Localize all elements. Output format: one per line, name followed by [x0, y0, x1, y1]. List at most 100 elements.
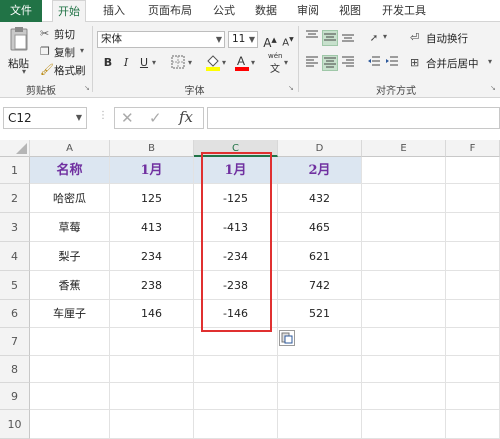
- empty-cell[interactable]: [194, 383, 278, 410]
- empty-cell[interactable]: [446, 410, 500, 439]
- cancel-icon[interactable]: ✕: [121, 109, 134, 127]
- empty-cell[interactable]: [278, 410, 362, 439]
- empty-cell[interactable]: [110, 328, 194, 356]
- table-header-cell[interactable]: 名称: [30, 157, 110, 184]
- paste-options-button[interactable]: [279, 330, 295, 346]
- empty-cell[interactable]: [30, 383, 110, 410]
- worksheet-grid[interactable]: A B C D E F 1 2 3 4 5 6 7 8 9 10 名称 1月 1…: [0, 140, 500, 439]
- tab-review[interactable]: 审阅: [292, 0, 324, 22]
- phonetic-dropdown-icon[interactable]: ▾: [284, 58, 288, 67]
- decrease-indent-button[interactable]: [366, 55, 382, 71]
- increase-indent-button[interactable]: [384, 55, 400, 71]
- underline-dropdown-icon[interactable]: ▾: [152, 58, 156, 67]
- empty-cell[interactable]: [446, 356, 500, 383]
- border-dropdown-icon[interactable]: ▾: [188, 58, 192, 67]
- bold-button[interactable]: B: [100, 55, 116, 71]
- select-all-corner[interactable]: [0, 140, 30, 157]
- tab-file[interactable]: 文件: [0, 0, 42, 22]
- empty-cell[interactable]: [446, 157, 500, 184]
- empty-cell[interactable]: [446, 300, 500, 328]
- align-right-button[interactable]: [340, 55, 356, 71]
- empty-cell[interactable]: [278, 383, 362, 410]
- align-center-button[interactable]: [322, 55, 338, 71]
- col-header-d[interactable]: D: [278, 140, 362, 157]
- tab-view[interactable]: 视图: [334, 0, 366, 22]
- col-header-e[interactable]: E: [362, 140, 446, 157]
- font-name-combo[interactable]: 宋体 ▼: [97, 31, 225, 48]
- table-cell[interactable]: 234: [110, 242, 194, 271]
- table-cell[interactable]: 草莓: [30, 213, 110, 242]
- row-header[interactable]: 4: [0, 242, 30, 271]
- row-header[interactable]: 1: [0, 157, 30, 184]
- tab-home[interactable]: 开始: [52, 0, 86, 23]
- empty-cell[interactable]: [446, 383, 500, 410]
- tab-developer[interactable]: 开发工具: [376, 0, 432, 22]
- empty-cell[interactable]: [446, 184, 500, 213]
- empty-cell[interactable]: [194, 356, 278, 383]
- orientation-dropdown-icon[interactable]: ▾: [383, 32, 387, 41]
- empty-cell[interactable]: [362, 410, 446, 439]
- table-cell[interactable]: 465: [278, 213, 362, 242]
- orientation-button[interactable]: ➚: [366, 30, 382, 46]
- col-header-b[interactable]: B: [110, 140, 194, 157]
- table-cell[interactable]: 香蕉: [30, 271, 110, 300]
- italic-button[interactable]: I: [118, 55, 134, 71]
- enter-check-icon[interactable]: ✓: [149, 109, 162, 127]
- formula-input[interactable]: [207, 107, 500, 129]
- insert-function-button[interactable]: fx: [179, 108, 193, 126]
- table-cell[interactable]: 梨子: [30, 242, 110, 271]
- col-header-f[interactable]: F: [446, 140, 500, 157]
- row-header[interactable]: 3: [0, 213, 30, 242]
- empty-cell[interactable]: [362, 157, 446, 184]
- empty-cell[interactable]: [194, 328, 278, 356]
- empty-cell[interactable]: [446, 213, 500, 242]
- empty-cell[interactable]: [362, 213, 446, 242]
- table-header-cell[interactable]: 2月: [278, 157, 362, 184]
- row-header[interactable]: 2: [0, 184, 30, 213]
- paste-dropdown-icon[interactable]: ▾: [22, 67, 26, 76]
- grow-font-button[interactable]: A▲: [262, 32, 278, 50]
- empty-cell[interactable]: [30, 356, 110, 383]
- table-header-cell[interactable]: 1月: [110, 157, 194, 184]
- empty-cell[interactable]: [362, 184, 446, 213]
- font-color-button[interactable]: A: [234, 53, 250, 71]
- tab-insert[interactable]: 插入: [96, 0, 132, 22]
- empty-cell[interactable]: [110, 356, 194, 383]
- tab-data[interactable]: 数据: [250, 0, 282, 22]
- table-cell[interactable]: 238: [110, 271, 194, 300]
- tab-formulas[interactable]: 公式: [208, 0, 240, 22]
- empty-cell[interactable]: [362, 271, 446, 300]
- empty-cell[interactable]: [362, 300, 446, 328]
- border-button[interactable]: [170, 55, 186, 71]
- empty-cell[interactable]: [446, 242, 500, 271]
- alignment-launcher-icon[interactable]: ↘: [490, 84, 496, 92]
- underline-button[interactable]: U: [136, 55, 152, 71]
- table-cell[interactable]: 742: [278, 271, 362, 300]
- col-header-a[interactable]: A: [30, 140, 110, 157]
- empty-cell[interactable]: [362, 328, 446, 356]
- paste-button[interactable]: [6, 26, 32, 52]
- empty-cell[interactable]: [362, 383, 446, 410]
- row-header[interactable]: 10: [0, 410, 30, 439]
- name-box[interactable]: C12 ▼: [3, 107, 87, 129]
- font-launcher-icon[interactable]: ↘: [288, 84, 294, 92]
- align-middle-button[interactable]: [322, 30, 338, 46]
- align-top-button[interactable]: [304, 30, 320, 46]
- phonetic-guide-button[interactable]: wén: [268, 52, 282, 60]
- clipboard-launcher-icon[interactable]: ↘: [84, 84, 90, 92]
- table-cell[interactable]: 125: [110, 184, 194, 213]
- font-color-dropdown-icon[interactable]: ▾: [251, 58, 255, 67]
- empty-cell[interactable]: [362, 356, 446, 383]
- empty-cell[interactable]: [278, 356, 362, 383]
- table-cell[interactable]: 621: [278, 242, 362, 271]
- copy-dropdown-icon[interactable]: ▾: [80, 46, 84, 55]
- align-bottom-button[interactable]: [340, 30, 356, 46]
- empty-cell[interactable]: [446, 271, 500, 300]
- merge-dropdown-icon[interactable]: ▾: [488, 57, 492, 66]
- tab-page-layout[interactable]: 页面布局: [142, 0, 198, 22]
- empty-cell[interactable]: [110, 383, 194, 410]
- empty-cell[interactable]: [110, 410, 194, 439]
- empty-cell[interactable]: [446, 328, 500, 356]
- fill-color-dropdown-icon[interactable]: ▾: [222, 58, 226, 67]
- table-cell[interactable]: 146: [110, 300, 194, 328]
